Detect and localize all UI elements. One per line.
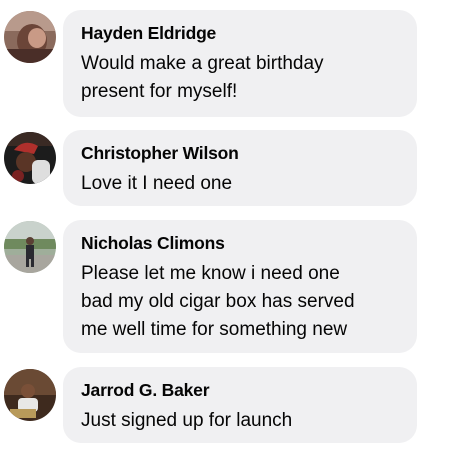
comment-author[interactable]: Jarrod G. Baker [81,379,399,401]
comment-bubble: Jarrod G. Baker Just signed up for launc… [63,367,417,443]
comment-text: Please let me know i need one bad my old… [81,263,355,340]
user-photo-avatar-icon [4,11,56,63]
comment-text: Would make a great birthday present for … [81,53,324,102]
avatar[interactable] [4,11,56,63]
user-photo-avatar-icon [4,369,56,421]
user-photo-avatar-icon [4,132,56,184]
comment-author[interactable]: Christopher Wilson [81,142,399,164]
comment-author[interactable]: Hayden Eldridge [81,22,399,44]
avatar[interactable] [4,369,56,421]
comment-bubble: Nicholas Climons Please let me know i ne… [63,220,417,353]
user-photo-avatar-icon [4,221,56,273]
comment-author[interactable]: Nicholas Climons [81,232,399,254]
comment-bubble: Christopher Wilson Love it I need one [63,130,417,206]
comment-text: Just signed up for launch [81,410,293,431]
avatar[interactable] [4,221,56,273]
comment-bubble: Hayden Eldridge Would make a great birth… [63,10,417,117]
comment-text: Love it I need one [81,173,233,194]
avatar[interactable] [4,132,56,184]
